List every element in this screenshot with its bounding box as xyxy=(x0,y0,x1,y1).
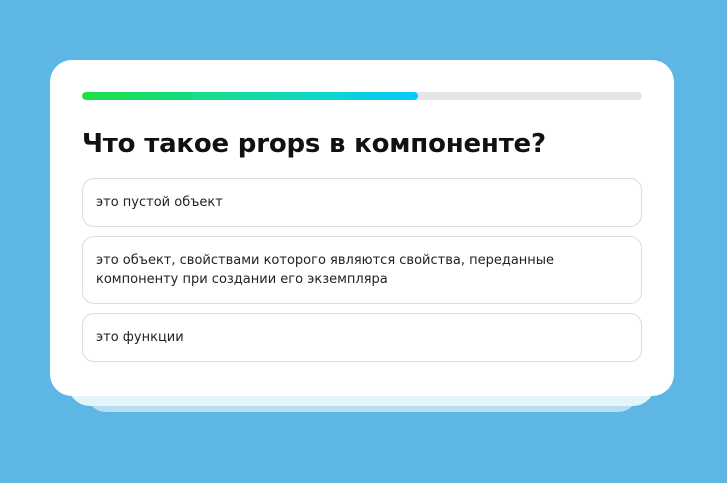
answer-list: это пустой объект это объект, свойствами… xyxy=(82,178,642,362)
progress-bar-fill xyxy=(82,92,418,100)
answer-option-1[interactable]: это пустой объект xyxy=(82,178,642,227)
question-title: Что такое props в компоненте? xyxy=(82,129,546,159)
answer-option-3[interactable]: это функции xyxy=(82,313,642,362)
quiz-card: Что такое props в компоненте? это пустой… xyxy=(50,60,674,396)
answer-option-2[interactable]: это объект, свойствами которого являются… xyxy=(82,236,642,304)
progress-bar xyxy=(82,92,642,100)
